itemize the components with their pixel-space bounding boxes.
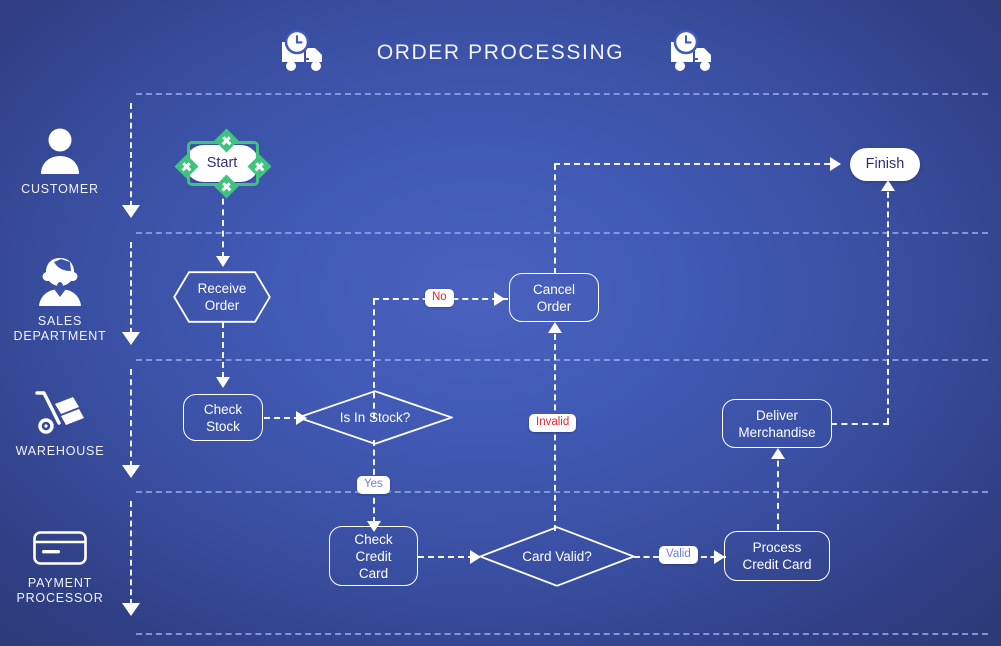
arrowhead-receive-order: [216, 256, 230, 267]
swimlane-label-warehouse: WAREHOUSE: [15, 444, 105, 458]
node-card-valid[interactable]: Card Valid?: [479, 526, 635, 587]
credit-card-icon: [0, 518, 120, 568]
node-check-credit-card-label: Check Credit Card: [354, 531, 393, 581]
diagram-header: ORDER PROCESSING: [0, 22, 1001, 84]
node-deliver-merchandise-label: Deliver Merchandise: [738, 407, 816, 440]
node-finish-label: Finish: [865, 156, 905, 172]
connector-cancel-to-finish-vertical: [554, 164, 556, 274]
lane-rail-warehouse: [130, 369, 132, 467]
lane-divider-customer-sales: [136, 232, 988, 234]
swimlane-label-payment: PAYMENT PROCESSOR: [16, 576, 104, 605]
connector-deliver-to-finish-vertical: [887, 182, 889, 424]
person-icon: [0, 124, 120, 174]
lane-rail-sales: [130, 242, 132, 334]
lane-divider-sales-warehouse: [136, 359, 988, 361]
connector-receive-to-check-stock: [222, 322, 224, 378]
lane-rail-arrow-customer: [122, 205, 140, 218]
connector-check-credit-to-decision: [418, 556, 474, 558]
flowchart-canvas: ORDER PROCESSING CUSTOMER SALES DEPARTME…: [0, 0, 1001, 646]
connector-start-to-receive: [222, 188, 224, 258]
headset-operator-icon: [0, 256, 120, 306]
connector-deliver-to-finish-horizontal: [831, 423, 889, 425]
arrowhead-cancel-order-left: [494, 292, 505, 306]
node-process-credit-card[interactable]: Process Credit Card: [724, 531, 830, 581]
connector-check-stock-to-decision: [264, 417, 300, 419]
swimlane-header-warehouse: WAREHOUSE: [0, 386, 120, 459]
lane-rail-arrow-warehouse: [122, 465, 140, 478]
lane-rail-payment: [130, 501, 132, 605]
arrowhead-check-stock: [216, 377, 230, 388]
lane-divider-bottom: [136, 633, 988, 635]
edge-label-no[interactable]: No: [425, 289, 454, 307]
swimlane-label-customer: CUSTOMER: [21, 182, 99, 196]
node-is-in-stock[interactable]: Is In Stock?: [297, 390, 453, 445]
node-cancel-order-label: Cancel Order: [532, 281, 576, 314]
lane-rail-arrow-payment: [122, 603, 140, 616]
edge-label-yes[interactable]: Yes: [357, 476, 390, 494]
lane-divider-top: [136, 93, 988, 95]
swimlane-header-sales: SALES DEPARTMENT: [0, 256, 120, 344]
swimlane-header-customer: CUSTOMER: [0, 124, 120, 197]
delivery-truck-clock-icon-left: [279, 30, 333, 76]
lane-rail-arrow-sales: [122, 332, 140, 345]
node-finish[interactable]: Finish: [850, 148, 920, 181]
lane-rail-customer: [130, 103, 132, 207]
lane-divider-warehouse-payment: [136, 491, 988, 493]
swimlane-label-sales: SALES DEPARTMENT: [13, 314, 107, 343]
edge-label-invalid[interactable]: Invalid: [529, 414, 577, 432]
connector-process-to-deliver: [777, 450, 779, 530]
edge-label-valid[interactable]: Valid: [659, 546, 698, 564]
node-start[interactable]: Start: [185, 145, 259, 182]
arrowhead-finish-left: [830, 157, 841, 171]
node-deliver-merchandise[interactable]: Deliver Merchandise: [722, 399, 832, 448]
hand-truck-icon: [0, 386, 120, 436]
connector-cancel-to-finish-horizontal: [554, 163, 840, 165]
arrowhead-finish-bottom: [881, 180, 895, 191]
delivery-truck-clock-icon-right: [668, 30, 722, 76]
node-receive-order[interactable]: Receive Order: [173, 271, 271, 323]
node-check-credit-card[interactable]: Check Credit Card: [329, 526, 418, 586]
swimlane-header-payment: PAYMENT PROCESSOR: [0, 518, 120, 606]
node-start-label: Start: [206, 155, 238, 171]
node-cancel-order[interactable]: Cancel Order: [509, 273, 599, 322]
node-check-stock[interactable]: Check Stock: [183, 394, 263, 441]
node-process-credit-card-label: Process Credit Card: [742, 540, 812, 572]
page-title: ORDER PROCESSING: [376, 41, 625, 64]
arrowhead-deliver-merchandise: [771, 448, 785, 459]
arrowhead-cancel-order-bottom: [548, 322, 562, 333]
node-check-stock-label: Check Stock: [203, 401, 243, 434]
